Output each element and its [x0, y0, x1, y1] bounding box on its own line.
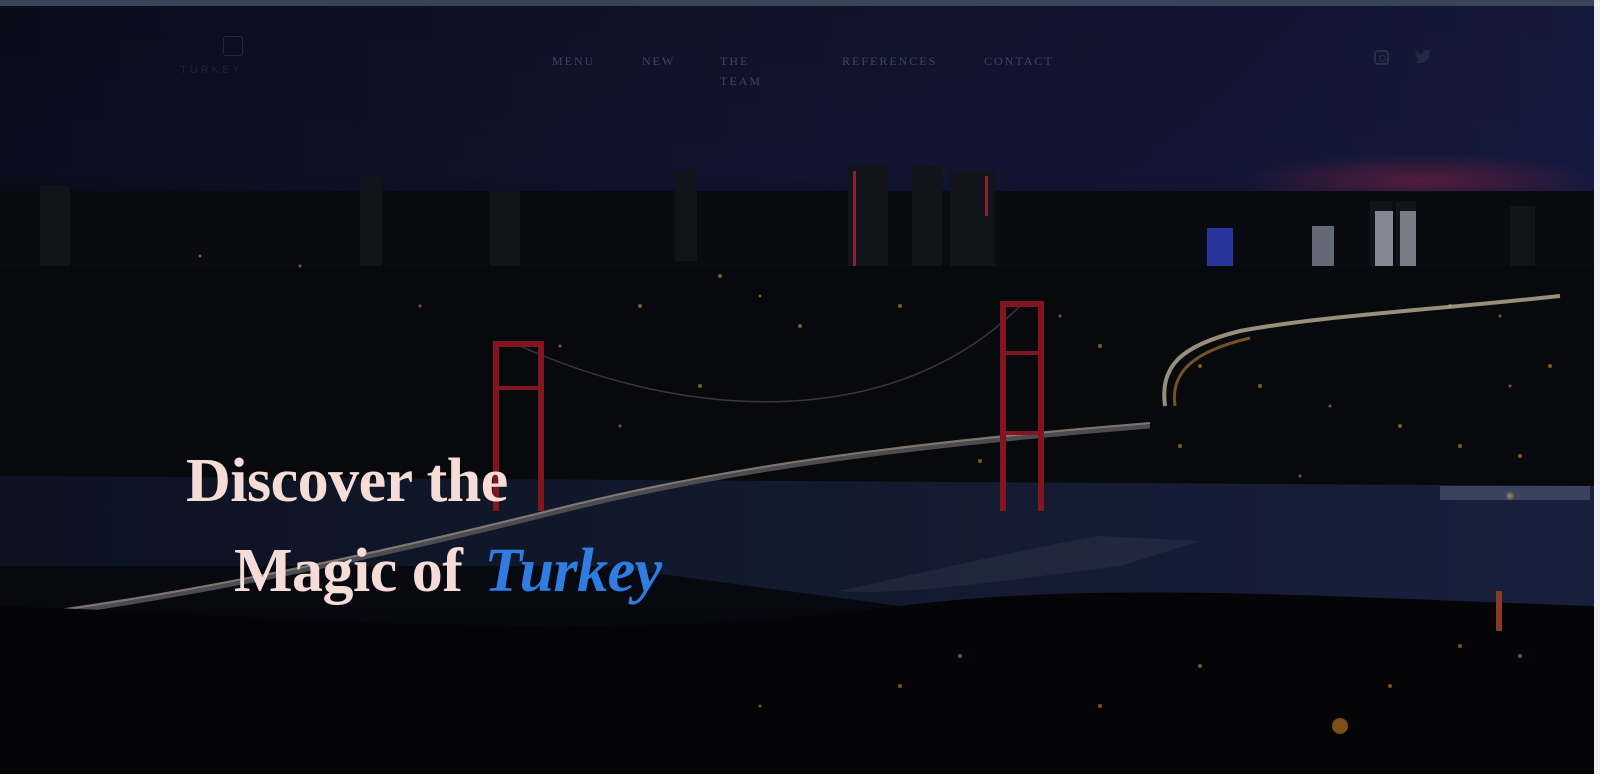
logo-mark-icon [223, 36, 243, 56]
hero-headline-line2: Magic of [234, 537, 463, 605]
hero-headline-line2-wrap: Magic of Turkey [186, 526, 662, 616]
brand-logo[interactable]: TURKEY [180, 36, 290, 81]
nav-item-references[interactable]: REFERENCES [842, 51, 938, 71]
instagram-icon[interactable] [1374, 50, 1389, 65]
brand-name: TURKEY [180, 64, 243, 76]
page: TURKEY MENU NEW THE TEAM REFERENCES CONT… [0, 0, 1600, 774]
nav-item-contact[interactable]: CONTACT [984, 51, 1074, 71]
nav-item-the-team[interactable]: THE TEAM [720, 51, 778, 91]
hero-headline-accent: Turkey [484, 537, 662, 605]
nav-item-new[interactable]: NEW [642, 51, 692, 71]
nav-item-menu[interactable]: MENU [552, 51, 612, 71]
hero-background-image [0, 6, 1594, 774]
hero-section: TURKEY MENU NEW THE TEAM REFERENCES CONT… [0, 6, 1594, 774]
twitter-icon[interactable] [1414, 49, 1432, 65]
scrollbar-track[interactable] [1594, 0, 1600, 774]
hero-headline-line1: Discover the [186, 447, 508, 515]
hero-headline: Discover the Magic of Turkey [186, 436, 662, 616]
